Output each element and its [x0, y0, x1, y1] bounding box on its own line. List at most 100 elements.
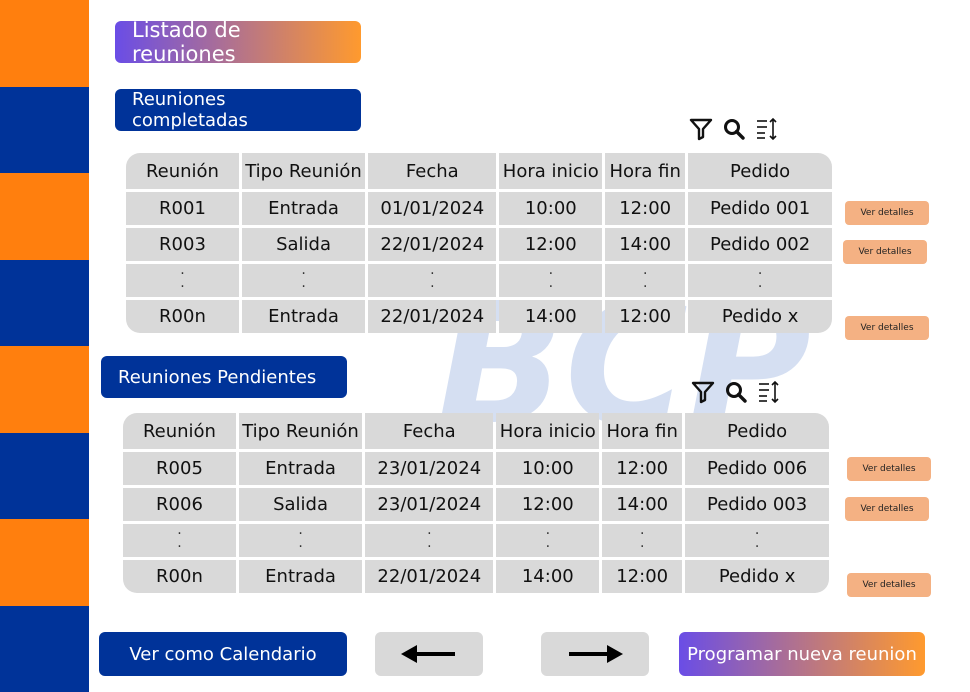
ellipsis-cell: · · [241, 264, 366, 297]
cell-fecha: 23/01/2024 [365, 488, 494, 521]
cell-hora-fin: 12:00 [602, 560, 683, 593]
ellipsis-cell: · · [123, 524, 236, 557]
cell-fecha: 22/01/2024 [365, 560, 494, 593]
col-header-reunion: Reunión [123, 413, 236, 449]
ellipsis-cell: · · [365, 524, 494, 557]
cell-hora-inicio: 14:00 [496, 560, 600, 593]
cell-hora-fin: 12:00 [605, 192, 686, 225]
stripe-orange [0, 0, 89, 87]
cell-hora-inicio: 14:00 [499, 300, 603, 333]
cell-reunion: R003 [126, 228, 239, 261]
view-details-button[interactable]: Ver detalles [845, 316, 929, 340]
col-header-hora-inicio: Hora inicio [496, 413, 600, 449]
pending-toolbar [691, 380, 781, 404]
ellipsis-cell: · · [602, 524, 683, 557]
cell-tipo: Salida [241, 228, 366, 261]
col-header-fecha: Fecha [365, 413, 494, 449]
cell-fecha: 22/01/2024 [368, 300, 497, 333]
col-header-hora-fin: Hora fin [602, 413, 683, 449]
col-header-hora-fin: Hora fin [605, 153, 686, 189]
cell-pedido: Pedido 001 [688, 192, 832, 225]
view-details-button[interactable]: Ver detalles [847, 573, 931, 597]
table-row[interactable]: R001 Entrada 01/01/2024 10:00 12:00 Pedi… [126, 192, 832, 225]
cell-hora-inicio: 10:00 [496, 452, 600, 485]
table-row[interactable]: R005 Entrada 23/01/2024 10:00 12:00 Pedi… [123, 452, 829, 485]
ellipsis-cell: · · [126, 264, 239, 297]
cell-tipo: Entrada [241, 192, 366, 225]
cell-pedido: Pedido x [685, 560, 829, 593]
stripe-navy [0, 432, 89, 519]
cell-tipo: Salida [238, 488, 363, 521]
cell-tipo: Entrada [238, 560, 363, 593]
pending-table: Reunión Tipo Reunión Fecha Hora inicio H… [120, 410, 832, 596]
filter-icon[interactable] [689, 117, 713, 141]
ellipsis-cell: · · [238, 524, 363, 557]
cell-fecha: 01/01/2024 [368, 192, 497, 225]
side-stripes [0, 0, 89, 692]
col-header-tipo: Tipo Reunión [241, 153, 366, 189]
cell-tipo: Entrada [238, 452, 363, 485]
cell-pedido: Pedido 006 [685, 452, 829, 485]
cell-reunion: R005 [123, 452, 236, 485]
cell-fecha: 22/01/2024 [368, 228, 497, 261]
col-header-pedido: Pedido [685, 413, 829, 449]
cell-reunion: R00n [126, 300, 239, 333]
cell-reunion: R006 [123, 488, 236, 521]
ellipsis-cell: · · [685, 524, 829, 557]
cell-hora-fin: 12:00 [602, 452, 683, 485]
stripe-navy [0, 259, 89, 346]
stripe-orange [0, 519, 89, 606]
view-details-button[interactable]: Ver detalles [847, 457, 931, 481]
completed-section-label: Reuniones completadas [115, 89, 361, 131]
table-row[interactable]: R00n Entrada 22/01/2024 14:00 12:00 Pedi… [126, 300, 832, 333]
page-title-text: Listado de reuniones [132, 18, 241, 66]
main-panel: BCP Listado de reuniones Reuniones compl… [89, 0, 970, 692]
pending-label-text: Reuniones Pendientes [118, 366, 317, 388]
sort-icon[interactable] [755, 117, 779, 141]
search-icon[interactable] [725, 381, 747, 403]
filter-icon[interactable] [691, 380, 715, 404]
cell-hora-inicio: 12:00 [496, 488, 600, 521]
cell-hora-fin: 12:00 [605, 300, 686, 333]
col-header-reunion: Reunión [126, 153, 239, 189]
col-header-hora-inicio: Hora inicio [499, 153, 603, 189]
view-details-button[interactable]: Ver detalles [845, 201, 929, 225]
pending-section-label: Reuniones Pendientes [101, 356, 347, 398]
cell-hora-fin: 14:00 [602, 488, 683, 521]
pending-header-row: Reunión Tipo Reunión Fecha Hora inicio H… [123, 413, 829, 449]
stripe-navy [0, 86, 89, 173]
ellipsis-cell: · · [605, 264, 686, 297]
table-row[interactable]: R003 Salida 22/01/2024 12:00 14:00 Pedid… [126, 228, 832, 261]
cell-reunion: R00n [123, 560, 236, 593]
view-details-button[interactable]: Ver detalles [845, 497, 929, 521]
schedule-new-meeting-button[interactable]: Programar nueva reunion [679, 632, 925, 676]
cell-hora-inicio: 10:00 [499, 192, 603, 225]
cell-fecha: 23/01/2024 [365, 452, 494, 485]
col-header-tipo: Tipo Reunión [238, 413, 363, 449]
arrow-right-icon [569, 645, 623, 663]
cell-pedido: Pedido 002 [688, 228, 832, 261]
prev-page-button[interactable] [375, 632, 483, 676]
view-calendar-button[interactable]: Ver como Calendario [99, 632, 347, 676]
cell-pedido: Pedido 003 [685, 488, 829, 521]
ellipsis-cell: · · [496, 524, 600, 557]
next-page-button[interactable] [541, 632, 649, 676]
ellipsis-row: · · · · · · · · · · · · [126, 264, 832, 297]
ellipsis-cell: · · [499, 264, 603, 297]
ellipsis-cell: · · [368, 264, 497, 297]
ellipsis-row: · · · · · · · · · · · · [123, 524, 829, 557]
sort-icon[interactable] [757, 380, 781, 404]
cell-hora-fin: 14:00 [605, 228, 686, 261]
stripe-orange [0, 346, 89, 433]
col-header-fecha: Fecha [368, 153, 497, 189]
col-header-pedido: Pedido [688, 153, 832, 189]
cell-tipo: Entrada [241, 300, 366, 333]
completed-label-text: Reuniones completadas [132, 89, 248, 131]
completed-toolbar [689, 117, 779, 141]
table-row[interactable]: R00n Entrada 22/01/2024 14:00 12:00 Pedi… [123, 560, 829, 593]
stripe-orange [0, 173, 89, 260]
search-icon[interactable] [723, 118, 745, 140]
view-details-button[interactable]: Ver detalles [843, 240, 927, 264]
cell-pedido: Pedido x [688, 300, 832, 333]
table-row[interactable]: R006 Salida 23/01/2024 12:00 14:00 Pedid… [123, 488, 829, 521]
